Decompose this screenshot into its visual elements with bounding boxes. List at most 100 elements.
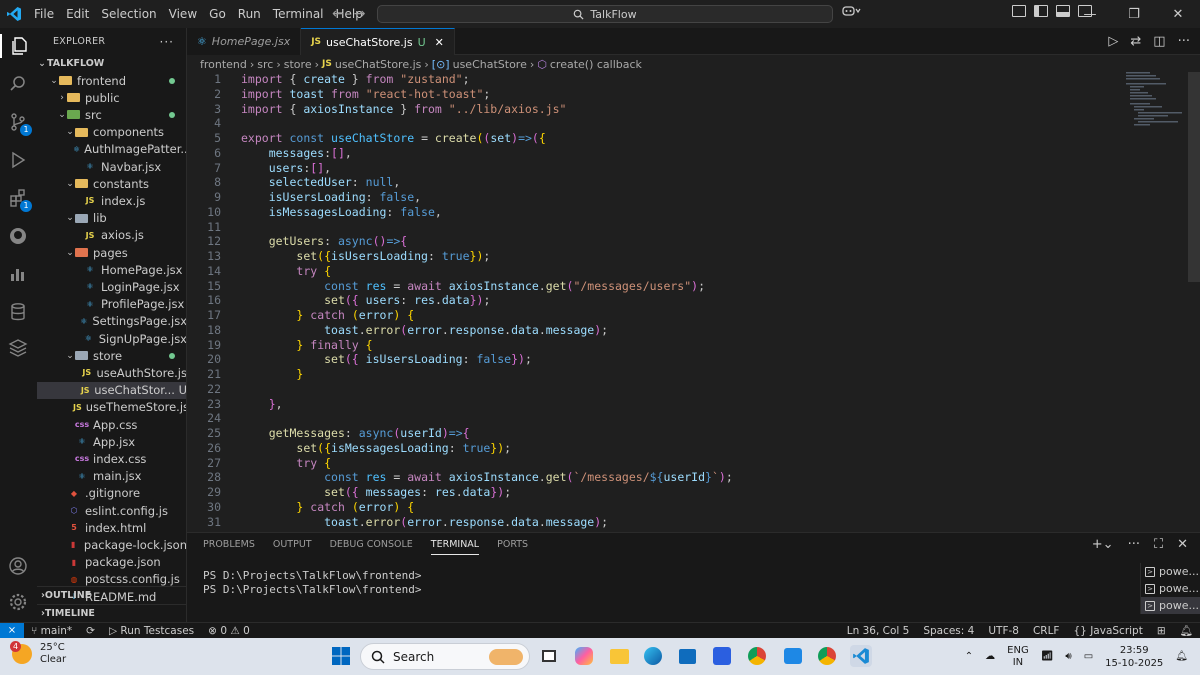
volume-icon[interactable]: 🔊︎ — [1065, 651, 1071, 662]
close-tab-icon[interactable]: ✕ — [435, 36, 444, 49]
copilot-icon[interactable] — [842, 5, 862, 20]
file-tree-item[interactable]: ⚛ AuthImagePatter... — [37, 141, 186, 158]
close-panel-icon[interactable]: ✕ — [1177, 537, 1188, 552]
onedrive-cloud-icon[interactable]: ☁ — [985, 651, 995, 662]
breadcrumb-item[interactable]: useChatStore.js — [335, 58, 422, 71]
file-tree-item[interactable]: ◆ .gitignore — [37, 485, 186, 502]
editor-scrollbar[interactable] — [1188, 72, 1200, 282]
windows-start-icon[interactable] — [330, 645, 352, 667]
menu-go[interactable]: Go — [203, 0, 232, 28]
notification-center-icon[interactable]: 🔔︎ — [1175, 651, 1188, 662]
breadcrumb-item[interactable]: useChatStore — [453, 58, 527, 71]
file-tree-item[interactable]: ⌄ lib — [37, 210, 186, 227]
file-tree-item[interactable]: JS useThemeStore.js — [37, 399, 186, 416]
timeline-section[interactable]: › TIMELINE — [37, 604, 186, 622]
language-mode[interactable]: {} JavaScript — [1066, 625, 1149, 637]
file-tree-item[interactable]: ⚛ LoginPage.jsx — [37, 278, 186, 295]
toggle-primary-sidebar-icon[interactable] — [1034, 5, 1048, 17]
menu-run[interactable]: Run — [232, 0, 267, 28]
restore-button[interactable]: ❐ — [1112, 0, 1156, 28]
terminal-instance[interactable]: > powe... — [1141, 597, 1200, 614]
branch-indicator[interactable]: ⑂ main* — [24, 625, 79, 637]
tab-homepage[interactable]: ⚛ HomePage.jsx — [187, 28, 302, 55]
github-icon[interactable] — [6, 224, 30, 248]
menu-view[interactable]: View — [163, 0, 203, 28]
messaging-app-icon[interactable] — [782, 645, 804, 667]
menu-file[interactable]: File — [28, 0, 60, 28]
problems-indicator[interactable]: ⊗ 0 ⚠ 0 — [201, 625, 257, 637]
cursor-position[interactable]: Ln 36, Col 5 — [840, 625, 917, 637]
chrome-browser-icon[interactable] — [746, 645, 768, 667]
wifi-icon[interactable]: 📶︎ — [1041, 651, 1054, 662]
file-tree-item[interactable]: ⬡ eslint.config.js — [37, 502, 186, 519]
language-indicator[interactable]: ENG IN — [1007, 645, 1029, 669]
edge-browser-icon[interactable] — [642, 645, 664, 667]
chevron-up-icon[interactable]: ⌃ — [965, 651, 973, 662]
copilot-status-icon[interactable]: ⊞ — [1150, 625, 1173, 637]
file-tree-item[interactable]: JS useAuthStore.js — [37, 364, 186, 381]
file-tree-item[interactable]: ⌄ frontend — [37, 72, 186, 89]
file-tree-item[interactable]: ⚛ Navbar.jsx — [37, 158, 186, 175]
file-tree-item[interactable]: JS useChatStor... U — [37, 381, 186, 399]
file-tree-item[interactable]: ⚛ HomePage.jsx — [37, 261, 186, 278]
database-icon[interactable] — [6, 300, 30, 324]
file-tree-item[interactable]: 5 index.html — [37, 519, 186, 536]
file-tree-item[interactable]: ⚛ SettingsPage.jsx — [37, 313, 186, 330]
charts-icon[interactable] — [6, 262, 30, 286]
split-editor-icon[interactable]: ◫ — [1153, 34, 1165, 49]
microsoft-store-icon[interactable] — [676, 645, 698, 667]
more-actions-icon[interactable]: ··· — [1178, 34, 1190, 49]
more-actions-icon[interactable]: ··· — [1128, 537, 1140, 552]
chrome-profile-icon[interactable] — [816, 645, 838, 667]
file-tree-item[interactable]: css App.css — [37, 416, 186, 433]
menu-edit[interactable]: Edit — [60, 0, 95, 28]
file-tree-item[interactable]: ⚛ ProfilePage.jsx — [37, 296, 186, 313]
customize-layout-icon[interactable] — [1012, 5, 1026, 17]
compare-changes-icon[interactable]: ⇄ — [1130, 34, 1141, 49]
battery-icon[interactable]: ▭ — [1084, 651, 1093, 662]
file-tree-item[interactable]: ▮ package-lock.json — [37, 536, 186, 553]
breadcrumb-item[interactable]: create() callback — [550, 58, 642, 71]
file-tree-item[interactable]: ⚛ SignUpPage.jsx — [37, 330, 186, 347]
project-root[interactable]: ⌄ TALKFLOW — [37, 55, 186, 72]
breadcrumb-item[interactable]: store — [284, 58, 312, 71]
file-tree-item[interactable]: ▮ package.json — [37, 554, 186, 571]
extensions-icon[interactable]: 1 — [6, 186, 32, 212]
vscode-taskbar-icon[interactable] — [850, 645, 872, 667]
command-center-search[interactable]: TalkFlow — [377, 5, 833, 23]
minimize-button[interactable]: — — [1068, 0, 1112, 28]
tab-terminal[interactable]: TERMINAL — [430, 539, 480, 555]
account-icon[interactable] — [6, 554, 30, 578]
tab-problems[interactable]: PROBLEMS — [203, 539, 255, 555]
encoding[interactable]: UTF-8 — [981, 625, 1026, 637]
file-tree-item[interactable]: ⌄ pages — [37, 244, 186, 261]
code-editor[interactable]: 1 import { create } from "zustand"; 2 impor… — [187, 72, 1200, 532]
terminal-instance[interactable]: > powe... — [1141, 580, 1200, 597]
sketch-app-icon[interactable] — [711, 645, 733, 667]
sync-icon[interactable]: ⟳ — [79, 625, 102, 637]
file-tree-item[interactable]: › public — [37, 89, 186, 106]
file-tree-item[interactable]: ⌄ components — [37, 124, 186, 141]
indentation[interactable]: Spaces: 4 — [916, 625, 981, 637]
forward-arrow-icon[interactable]: → — [354, 6, 366, 22]
menu-selection[interactable]: Selection — [95, 0, 162, 28]
file-tree-item[interactable]: ⚛ main.jsx — [37, 468, 186, 485]
tab-output[interactable]: OUTPUT — [273, 539, 312, 555]
copilot-app-icon[interactable] — [573, 645, 595, 667]
file-tree-item[interactable]: ⚛ App.jsx — [37, 433, 186, 450]
task-view-icon[interactable] — [538, 645, 560, 667]
outline-section[interactable]: › OUTLINE — [37, 586, 186, 604]
file-tree-item[interactable]: JS index.js — [37, 192, 186, 209]
file-tree-item[interactable]: JS axios.js — [37, 227, 186, 244]
tab-debug-console[interactable]: DEBUG CONSOLE — [330, 539, 413, 555]
close-window-button[interactable]: ✕ — [1156, 0, 1200, 28]
breadcrumb-item[interactable]: frontend — [200, 58, 247, 71]
menu-terminal[interactable]: Terminal — [267, 0, 330, 28]
layers-icon[interactable] — [6, 336, 30, 360]
run-debug-icon[interactable] — [6, 148, 30, 172]
more-actions-icon[interactable]: ··· — [160, 35, 174, 49]
file-tree-item[interactable]: css index.css — [37, 450, 186, 467]
maximize-panel-icon[interactable]: ⛶ — [1154, 537, 1163, 552]
terminal-instance[interactable]: > powe... — [1141, 563, 1200, 580]
file-explorer-icon[interactable] — [608, 645, 630, 667]
